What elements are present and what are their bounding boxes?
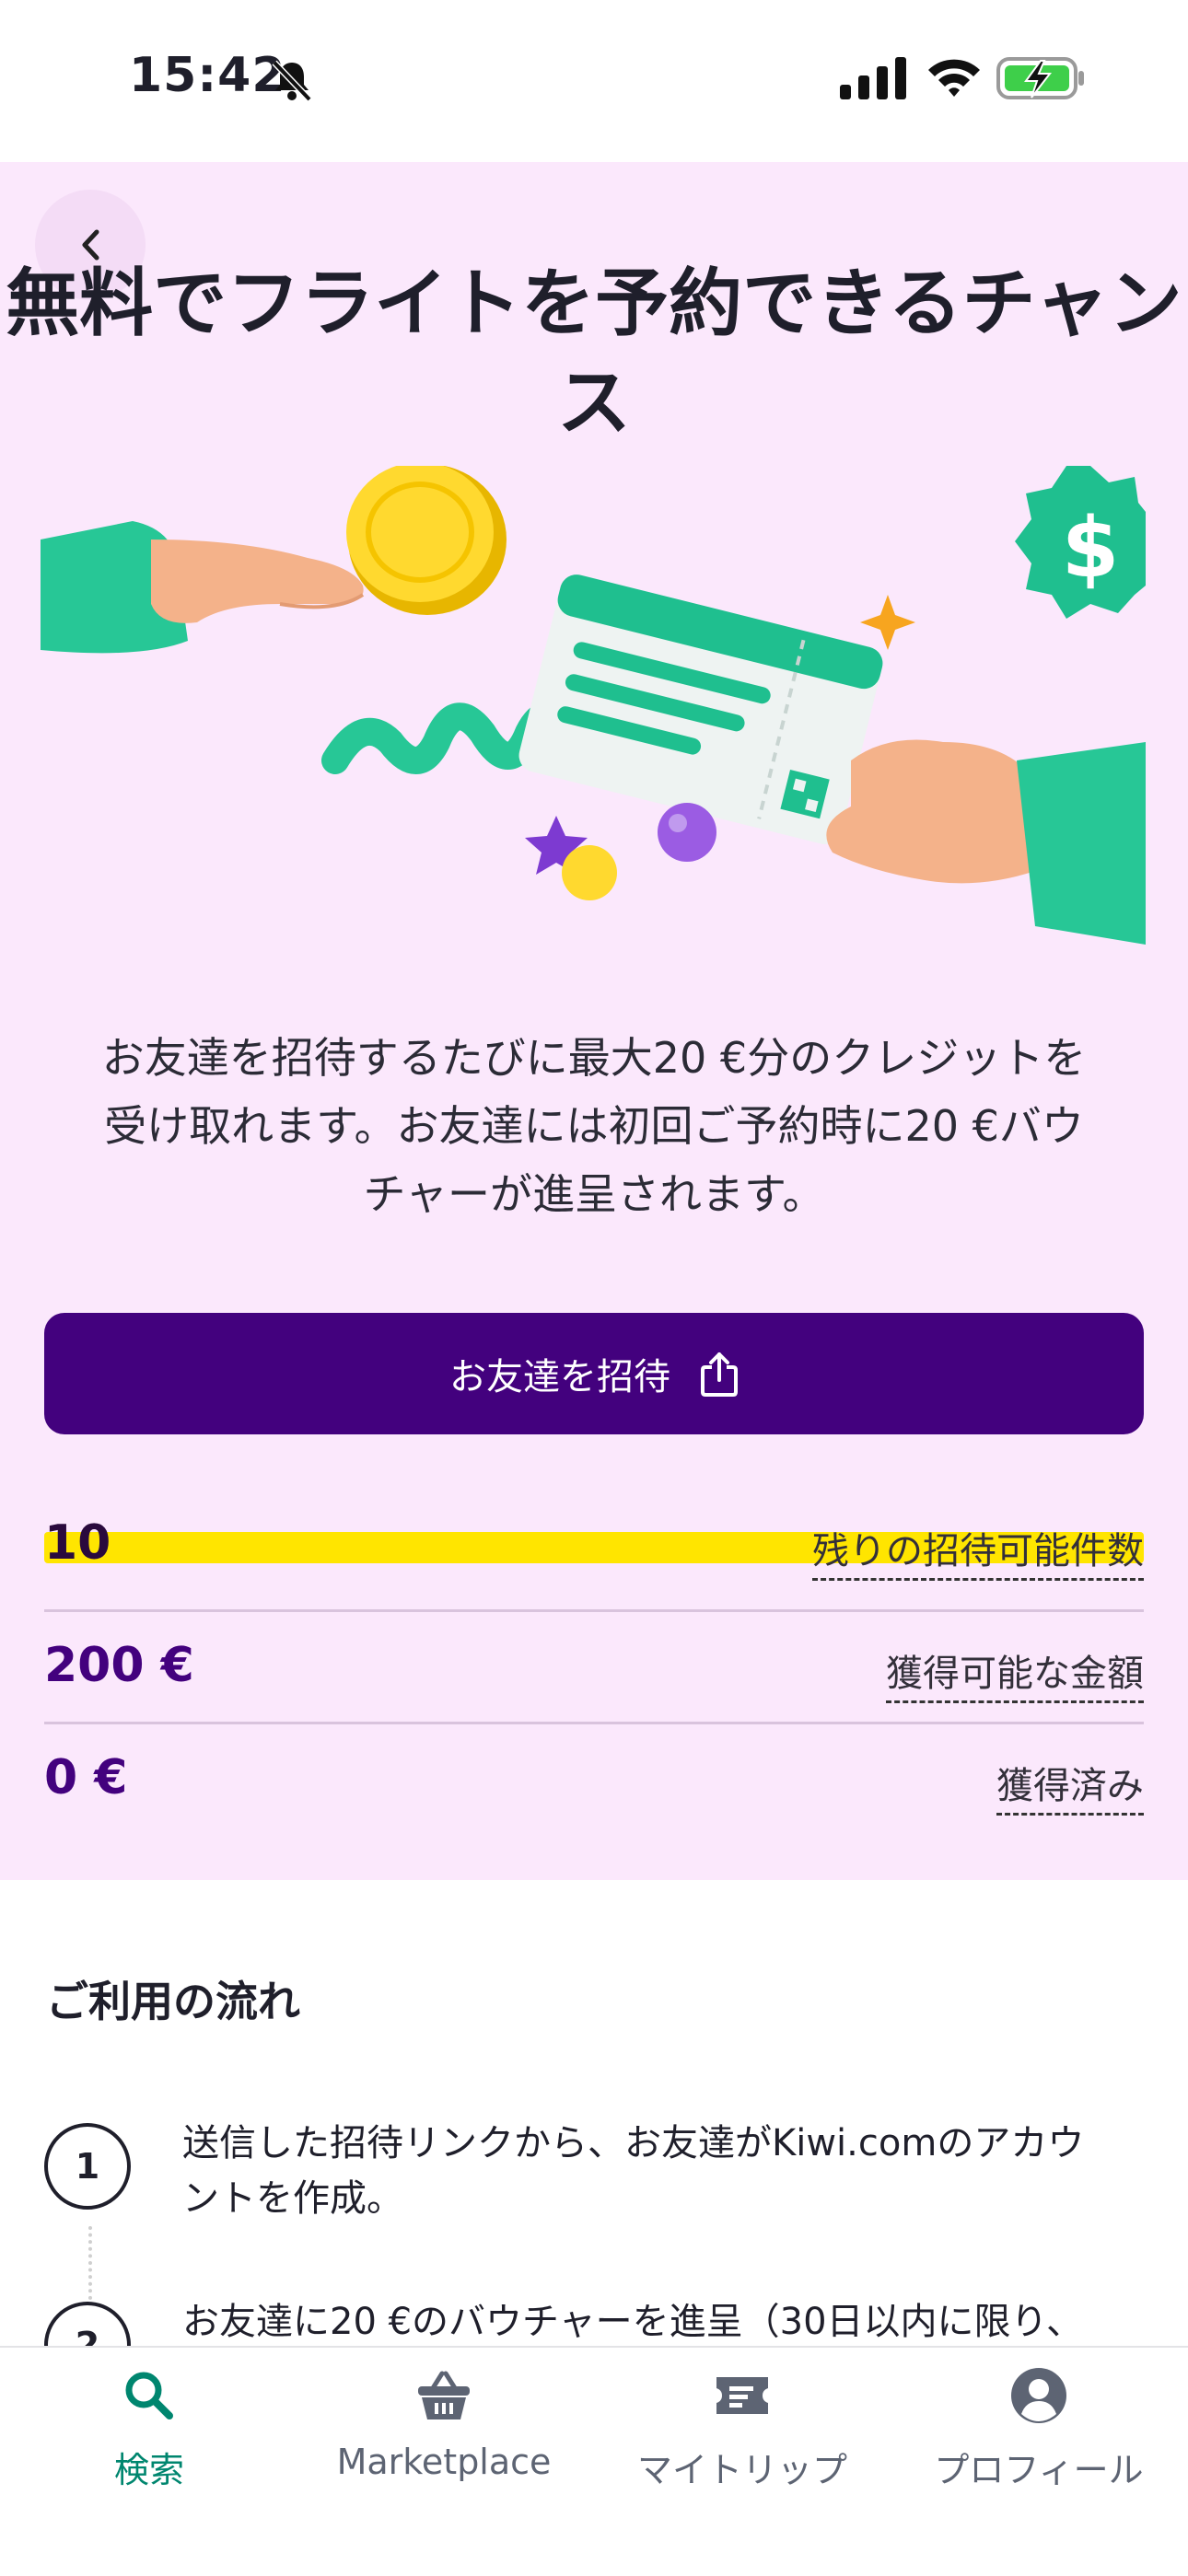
status-bar: 15:42: [0, 0, 1188, 162]
referral-description-line-1: お友達を招待するたびに最大20 €分のクレジットを: [101, 1033, 1087, 1083]
nav-search[interactable]: 検索: [11, 2366, 287, 2513]
referral-hero: 無料でフライトを予約できるチャン ス $ お友達を招待するたびに最大20 €分の…: [0, 162, 1188, 1880]
profile-icon: [1011, 2368, 1066, 2423]
step-connector: [88, 2226, 92, 2300]
stat-available-amount: 200 € 獲得可能な金額: [44, 1609, 1144, 1724]
wifi-icon: [928, 59, 980, 97]
stat-earned-amount: 0 € 獲得済み: [44, 1722, 1144, 1837]
stat-remaining-invites: 10 残りの招待可能件数: [44, 1497, 1144, 1609]
ticket-icon: [716, 2377, 768, 2414]
stat-value: 10: [44, 1515, 111, 1571]
search-icon: [125, 2372, 173, 2419]
step-text-line-1: 送信した招待リンクから、お友達がKiwi.comのアカウ: [182, 2122, 1085, 2164]
invite-friends-button[interactable]: お友達を招待: [44, 1313, 1144, 1434]
nav-my-trips[interactable]: マイトリップ: [604, 2366, 880, 2513]
stat-label[interactable]: 獲得可能な金額: [886, 1643, 1144, 1703]
stat-value: 200 €: [44, 1638, 194, 1693]
stat-label[interactable]: 獲得済み: [996, 1756, 1144, 1816]
stat-label[interactable]: 残りの招待可能件数: [812, 1521, 1144, 1581]
battery-charging-icon: [996, 57, 1084, 99]
referral-description-line-3: チャーが進呈されます。: [363, 1169, 825, 1219]
nav-label: マイトリップ: [636, 2450, 847, 2490]
bottom-nav: 検索 Marketplace マイトリップ プロフィール: [0, 2346, 1188, 2576]
nav-label: Marketplace: [336, 2442, 552, 2482]
nav-marketplace[interactable]: Marketplace: [306, 2366, 582, 2513]
page-title-line-2: ス: [557, 360, 631, 446]
basket-icon: [418, 2371, 470, 2419]
status-time: 15:42: [129, 48, 286, 103]
step-text: 送信した招待リンクから、お友達がKiwi.comのアカウ ントを作成。: [182, 2116, 1144, 2226]
page-title-line-1: 無料でフライトを予約できるチャン: [6, 261, 1182, 346]
how-it-works-title: ご利用の流れ: [46, 1977, 300, 2026]
step-number: 1: [44, 2123, 131, 2210]
share-icon: [701, 1352, 738, 1397]
svg-text:$: $: [1062, 500, 1120, 597]
referral-description-line-2: 受け取れます。お友達には初回ご予約時に20 €バウ: [104, 1101, 1084, 1151]
cellular-signal-icon: [840, 57, 906, 99]
nav-label: 検索: [113, 2450, 184, 2490]
page-title: 無料でフライトを予約できるチャン ス: [0, 254, 1188, 453]
step-text-line-2: ントを作成。: [182, 2177, 403, 2220]
nav-label: プロフィール: [934, 2450, 1144, 2490]
step-text-line-1: お友達に20 €のバウチャーを進呈（30日以内に限り、: [182, 2301, 1083, 2343]
referral-description: お友達を招待するたびに最大20 €分のクレジットを 受け取れます。お友達には初回…: [51, 1024, 1137, 1228]
invite-friends-label: お友達を招待: [449, 1356, 670, 1398]
stat-value: 0 €: [44, 1750, 128, 1805]
nav-profile[interactable]: プロフィール: [901, 2366, 1177, 2513]
step-text: お友達に20 €のバウチャーを進呈（30日以内に限り、: [182, 2294, 1144, 2350]
bell-muted-icon: [272, 60, 312, 101]
referral-illustration: $: [41, 466, 1146, 945]
